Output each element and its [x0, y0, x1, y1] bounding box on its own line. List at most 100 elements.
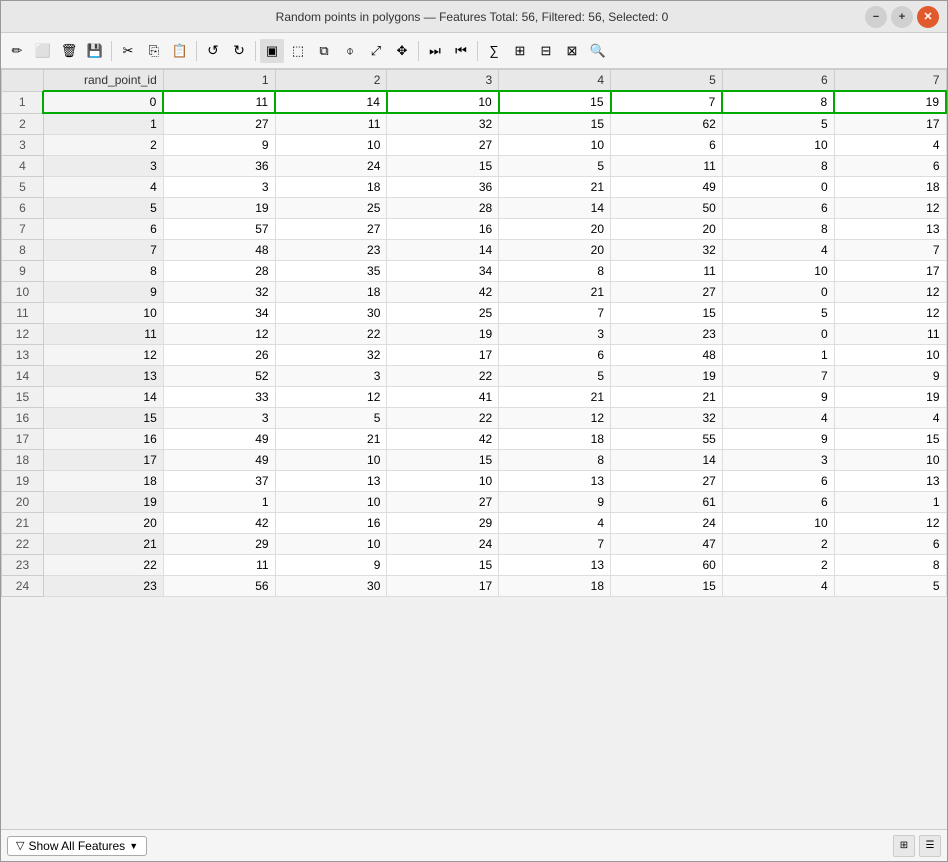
- table-cell[interactable]: 42: [163, 513, 275, 534]
- table-row[interactable]: 2423563017181545: [2, 576, 947, 597]
- status-icon-list[interactable]: ☰: [919, 835, 941, 857]
- table-cell[interactable]: 19: [834, 91, 946, 113]
- table-cell[interactable]: 19: [163, 198, 275, 219]
- table-cell[interactable]: 3: [43, 156, 163, 177]
- table-cell[interactable]: 50: [611, 198, 723, 219]
- table-cell[interactable]: 5: [499, 156, 611, 177]
- table-cell[interactable]: 6: [834, 156, 946, 177]
- table-cell[interactable]: 8: [834, 555, 946, 576]
- table-row[interactable]: 651925281450612: [2, 198, 947, 219]
- table-cell[interactable]: 0: [722, 282, 834, 303]
- table-cell[interactable]: 52: [163, 366, 275, 387]
- table-cell[interactable]: 14: [387, 240, 499, 261]
- table-cell[interactable]: 2: [722, 534, 834, 555]
- table-cell[interactable]: 30: [275, 303, 387, 324]
- table-cell[interactable]: 19: [611, 366, 723, 387]
- table-cell[interactable]: 27: [387, 492, 499, 513]
- table-cell[interactable]: 30: [275, 576, 387, 597]
- table-cell[interactable]: 21: [499, 387, 611, 408]
- table-cell[interactable]: 13: [834, 471, 946, 492]
- col-header-2[interactable]: 2: [275, 70, 387, 92]
- table-cell[interactable]: 9: [499, 492, 611, 513]
- table-cell[interactable]: 3: [163, 177, 275, 198]
- table-cell[interactable]: 0: [43, 91, 163, 113]
- table-cell[interactable]: 5: [834, 576, 946, 597]
- show-all-features-button[interactable]: ▽ Show All Features ▼: [7, 836, 147, 856]
- table-cell[interactable]: 9: [834, 366, 946, 387]
- table-cell[interactable]: 3: [275, 366, 387, 387]
- table-cell[interactable]: 0: [722, 324, 834, 345]
- table-cell[interactable]: 22: [275, 324, 387, 345]
- table-cell[interactable]: 13: [834, 219, 946, 240]
- table-cell[interactable]: 28: [387, 198, 499, 219]
- table-cell[interactable]: 21: [43, 534, 163, 555]
- table-cell[interactable]: 6: [499, 345, 611, 366]
- table-cell[interactable]: 10: [387, 91, 499, 113]
- table-cell[interactable]: 27: [163, 113, 275, 135]
- table-cell[interactable]: 10: [275, 492, 387, 513]
- table-cell[interactable]: 8: [722, 219, 834, 240]
- table-cell[interactable]: 24: [387, 534, 499, 555]
- table-cell[interactable]: 16: [275, 513, 387, 534]
- table-row[interactable]: 765727162020813: [2, 219, 947, 240]
- table-cell[interactable]: 9: [43, 282, 163, 303]
- table-cell[interactable]: 62: [611, 113, 723, 135]
- table-cell[interactable]: 16: [387, 219, 499, 240]
- col-header-1[interactable]: 1: [163, 70, 275, 92]
- table-cell[interactable]: 18: [43, 471, 163, 492]
- table-cell[interactable]: 25: [387, 303, 499, 324]
- table-row[interactable]: 19183713101327613: [2, 471, 947, 492]
- table-wrapper[interactable]: rand_point_id 1 2 3 4 5 6 7 101114101578…: [1, 69, 947, 829]
- table-cell[interactable]: 17: [387, 576, 499, 597]
- table-cell[interactable]: 11: [834, 324, 946, 345]
- table-cell[interactable]: 12: [163, 324, 275, 345]
- table-cell[interactable]: 11: [611, 156, 723, 177]
- table-cell[interactable]: 10: [834, 345, 946, 366]
- action-icon1[interactable]: ⏭: [423, 39, 447, 63]
- move-selected-icon[interactable]: ⤢: [364, 39, 388, 63]
- table-cell[interactable]: 17: [834, 113, 946, 135]
- table-cell[interactable]: 5: [722, 113, 834, 135]
- table-cell[interactable]: 11: [275, 113, 387, 135]
- table-cell[interactable]: 7: [611, 91, 723, 113]
- table-cell[interactable]: 24: [611, 513, 723, 534]
- table-cell[interactable]: 7: [499, 303, 611, 324]
- table-row[interactable]: 3291027106104: [2, 135, 947, 156]
- table-cell[interactable]: 17: [387, 345, 499, 366]
- table-cell[interactable]: 42: [387, 429, 499, 450]
- table-cell[interactable]: 11: [43, 324, 163, 345]
- table-cell[interactable]: 6: [722, 492, 834, 513]
- table-cell[interactable]: 1: [834, 492, 946, 513]
- delete-row-icon[interactable]: 🗑: [57, 39, 81, 63]
- table-cell[interactable]: 12: [43, 345, 163, 366]
- table-cell[interactable]: 23: [611, 324, 723, 345]
- table-row[interactable]: 1093218422127012: [2, 282, 947, 303]
- table-cell[interactable]: 10: [275, 450, 387, 471]
- table-cell[interactable]: 17: [834, 261, 946, 282]
- table-cell[interactable]: 7: [834, 240, 946, 261]
- redo-icon[interactable]: ↻: [227, 39, 251, 63]
- table-row[interactable]: 16153522123244: [2, 408, 947, 429]
- table-row[interactable]: 1312263217648110: [2, 345, 947, 366]
- table-cell[interactable]: 20: [43, 513, 163, 534]
- action-icon2[interactable]: ⏮: [449, 39, 473, 63]
- table-cell[interactable]: 13: [499, 471, 611, 492]
- table-row[interactable]: 982835348111017: [2, 261, 947, 282]
- organize-icon[interactable]: ⊠: [560, 39, 584, 63]
- table-cell[interactable]: 0: [722, 177, 834, 198]
- table-cell[interactable]: 15: [387, 555, 499, 576]
- new-col-icon[interactable]: ⊞: [508, 39, 532, 63]
- table-cell[interactable]: 41: [387, 387, 499, 408]
- table-cell[interactable]: 23: [275, 240, 387, 261]
- table-cell[interactable]: 13: [275, 471, 387, 492]
- table-cell[interactable]: 28: [163, 261, 275, 282]
- table-cell[interactable]: 15: [499, 113, 611, 135]
- table-cell[interactable]: 4: [722, 408, 834, 429]
- table-cell[interactable]: 8: [722, 156, 834, 177]
- table-cell[interactable]: 13: [43, 366, 163, 387]
- table-cell[interactable]: 18: [275, 282, 387, 303]
- table-cell[interactable]: 19: [834, 387, 946, 408]
- table-cell[interactable]: 10: [43, 303, 163, 324]
- table-cell[interactable]: 49: [611, 177, 723, 198]
- table-cell[interactable]: 57: [163, 219, 275, 240]
